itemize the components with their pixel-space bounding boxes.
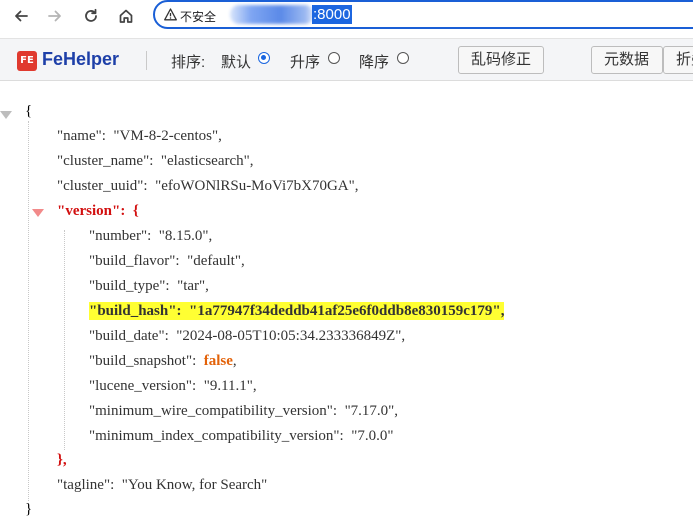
key-min-index-compat: "minimum_index_compatibility_version": xyxy=(89,428,344,444)
sort-label: 排序: xyxy=(171,54,206,71)
sort-desc-radio[interactable] xyxy=(397,52,409,64)
url-port[interactable]: :8000 xyxy=(312,5,352,24)
collapse-version-toggle-icon[interactable] xyxy=(32,209,44,217)
json-line-min-wire: "minimum_wire_compatibility_version": "7… xyxy=(89,402,398,420)
json-line-build-date: "build_date": "2024-08-05T10:05:34.23333… xyxy=(89,327,405,345)
key-cluster-name: "cluster_name": xyxy=(57,153,154,169)
value-cluster-uuid: "efoWONlRSu-MoVi7bX70GA", xyxy=(155,178,359,194)
security-label[interactable]: 不安全 xyxy=(180,8,216,25)
value-min-wire-compat: "7.17.0", xyxy=(344,403,399,419)
address-bar[interactable]: 不安全 :8000 xyxy=(153,0,693,29)
json-line-version: "version": { xyxy=(57,202,139,220)
forward-button[interactable] xyxy=(42,3,68,29)
key-tagline: "tagline": xyxy=(57,477,115,493)
indent-guide xyxy=(28,121,29,501)
key-build-snapshot: "build_snapshot": xyxy=(89,353,197,369)
value-build-type: "tar", xyxy=(177,278,209,294)
comma: , xyxy=(232,353,237,369)
json-line-build-snapshot: "build_snapshot": false, xyxy=(89,352,237,370)
sort-default-radio[interactable] xyxy=(258,52,270,64)
browser-chrome: 不安全 :8000 xyxy=(0,0,693,33)
fehelper-logo-icon: FE xyxy=(17,51,37,71)
key-build-hash: "build_hash": xyxy=(89,303,182,319)
home-button[interactable] xyxy=(113,3,139,29)
toolbar-divider xyxy=(146,51,147,70)
sort-desc-label[interactable]: 降序 xyxy=(359,51,389,72)
json-viewer: { "name": "VM-8-2-centos", "cluster_name… xyxy=(0,82,693,518)
json-line-cluster-name: "cluster_name": "elasticsearch", xyxy=(57,152,254,170)
key-cluster-uuid: "cluster_uuid": xyxy=(57,178,148,194)
json-line-cluster-uuid: "cluster_uuid": "efoWONlRSu-MoVi7bX70GA"… xyxy=(57,177,359,195)
json-line-build-flavor: "build_flavor": "default", xyxy=(89,252,245,270)
json-line-tagline: "tagline": "You Know, for Search" xyxy=(57,476,267,494)
home-icon xyxy=(119,9,133,23)
value-cluster-name: "elasticsearch", xyxy=(160,153,254,169)
key-version: "version": xyxy=(57,203,126,219)
json-line-min-index: "minimum_index_compatibility_version": "… xyxy=(89,427,393,445)
key-min-wire-compat: "minimum_wire_compatibility_version": xyxy=(89,403,338,419)
arrow-left-icon xyxy=(15,10,28,22)
key-build-type: "build_type": xyxy=(89,278,170,294)
value-lucene-version: "9.11.1", xyxy=(203,378,257,394)
sort-default-label[interactable]: 默认 xyxy=(221,51,251,72)
value-min-index-compat: "7.0.0" xyxy=(351,428,394,444)
arrow-right-icon xyxy=(48,10,61,22)
warning-icon xyxy=(164,8,177,21)
brand-name: FeHelper xyxy=(42,49,120,69)
indent-guide xyxy=(64,230,65,450)
key-lucene-version: "lucene_version": xyxy=(89,378,197,394)
value-build-snapshot: false xyxy=(203,353,233,369)
value-number: "8.15.0", xyxy=(158,228,213,244)
redacted-host xyxy=(230,5,314,24)
reload-button[interactable] xyxy=(78,3,104,29)
reload-icon xyxy=(85,8,97,22)
value-tagline: "You Know, for Search" xyxy=(121,477,268,493)
root-close-brace: } xyxy=(25,501,33,517)
json-line-name: "name": "VM-8-2-centos", xyxy=(57,127,222,145)
json-line-build-hash-highlighted: "build_hash": "1a77947f34deddb41af25e6f0… xyxy=(89,302,505,320)
sort-asc-radio[interactable] xyxy=(328,52,340,64)
json-line-build-type: "build_type": "tar", xyxy=(89,277,209,295)
back-button[interactable] xyxy=(8,3,34,29)
version-close-brace: }, xyxy=(57,452,67,468)
value-build-hash: "1a77947f34deddb41af25e6f0ddb8e830159c17… xyxy=(189,303,505,319)
version-open-brace: { xyxy=(132,203,139,219)
root-open-brace: { xyxy=(25,103,33,119)
fehelper-toolbar: FE FeHelper 排序: 默认 升序 降序 乱码修正 元数据 折叠 xyxy=(0,38,693,81)
json-line-number: "number": "8.15.0", xyxy=(89,227,212,245)
value-build-date: "2024-08-05T10:05:34.233336849Z", xyxy=(176,328,406,344)
collapse-root-toggle-icon[interactable] xyxy=(0,111,12,119)
key-number: "number": xyxy=(89,228,152,244)
key-build-flavor: "build_flavor": xyxy=(89,253,180,269)
metadata-button[interactable]: 元数据 xyxy=(591,46,663,74)
collapse-button[interactable]: 折叠 xyxy=(663,46,693,74)
json-line-lucene-version: "lucene_version": "9.11.1", xyxy=(89,377,257,395)
value-name: "VM-8-2-centos", xyxy=(113,128,222,144)
key-build-date: "build_date": xyxy=(89,328,169,344)
value-build-flavor: "default", xyxy=(187,253,245,269)
key-name: "name": xyxy=(57,128,106,144)
fix-encoding-button[interactable]: 乱码修正 xyxy=(458,46,545,74)
sort-asc-label[interactable]: 升序 xyxy=(290,51,320,72)
